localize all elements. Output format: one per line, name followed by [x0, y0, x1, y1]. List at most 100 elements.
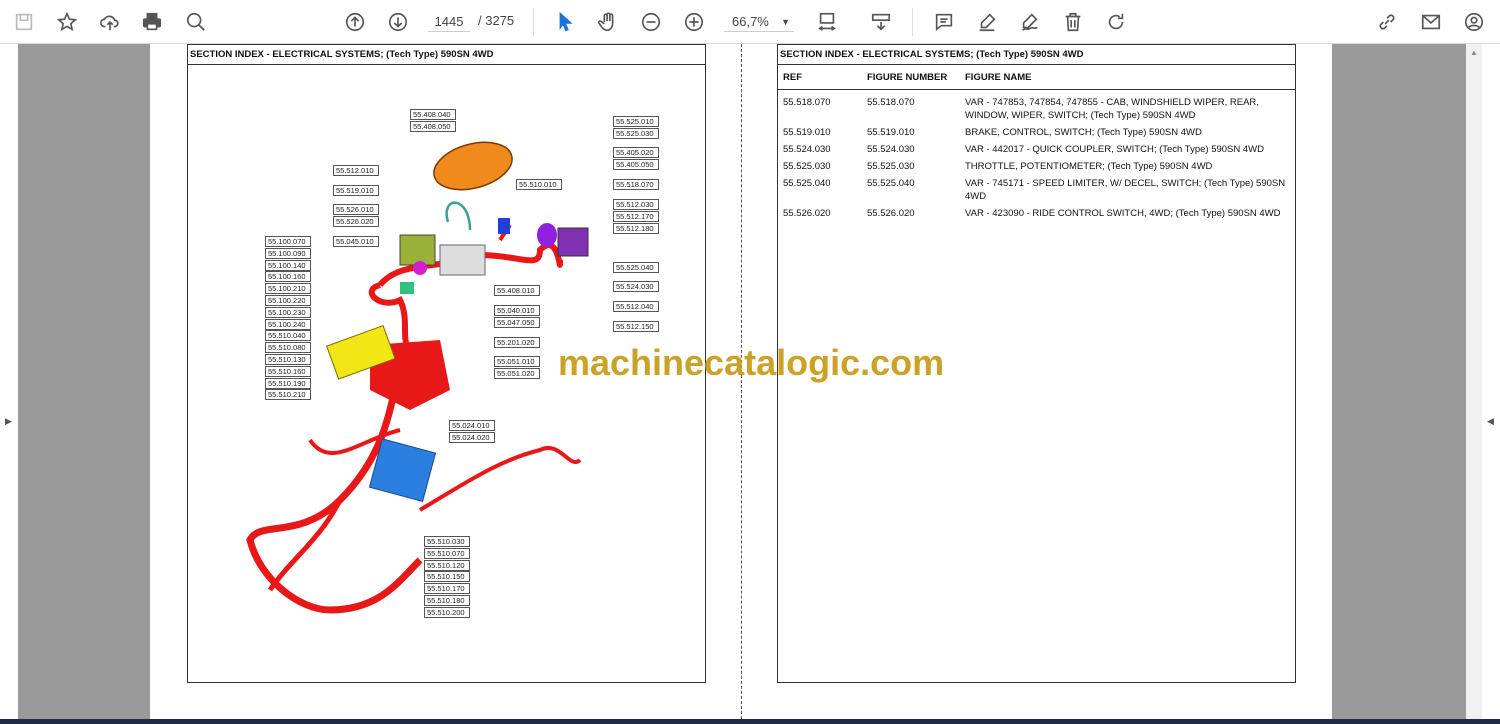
- callout-label: 55.510.080: [265, 342, 311, 354]
- callout-label: 55.510.210: [265, 389, 311, 401]
- callout-label: 55.512.010: [333, 165, 379, 176]
- callout-label: 55.510.030: [424, 536, 470, 547]
- table-row[interactable]: 55.526.020 55.526.020 VAR - 423090 - RIDE …: [777, 205, 1295, 222]
- table-row[interactable]: 55.525.040 55.525.040 VAR - 745171 - SPEED…: [777, 175, 1295, 205]
- ref-cell: 55.526.020: [783, 208, 831, 219]
- sign-icon[interactable]: [1016, 8, 1044, 36]
- fit-page-icon[interactable]: [813, 8, 841, 36]
- search-zoom-icon[interactable]: [182, 8, 210, 36]
- ref-cell: 55.518.070: [783, 97, 831, 108]
- page-total: / 3275: [478, 13, 515, 28]
- callout-label: 55.408.050: [410, 121, 456, 132]
- figure-number-cell: 55.524.030: [867, 144, 915, 155]
- callout-label: 55.518.070: [613, 179, 659, 190]
- callout-label: 55.408.010: [494, 285, 540, 296]
- bookmark-star-icon[interactable]: [53, 8, 81, 36]
- callout-label: 55.100.230: [265, 306, 311, 318]
- callout-label: 55.047.050: [494, 317, 540, 328]
- ref-cell: 55.525.040: [783, 178, 831, 189]
- figure-name-cell: VAR - 745171 - SPEED LIMITER, W/ DECEL, …: [965, 178, 1286, 202]
- hand-pan-icon[interactable]: [594, 8, 622, 36]
- highlight-icon[interactable]: [973, 8, 1001, 36]
- right-page-title: SECTION INDEX - ELECTRICAL SYSTEMS; (Tec…: [778, 45, 1295, 65]
- table-header: REF FIGURE NUMBER FIGURE NAME: [777, 66, 1295, 90]
- figure-name-cell: BRAKE, CONTROL, SWITCH; (Tech Type) 590S…: [965, 127, 1202, 138]
- figure-name-cell: VAR - 442017 - QUICK COUPLER, SWITCH; (T…: [965, 144, 1264, 155]
- callout-label: 55.100.070: [265, 236, 311, 247]
- ref-cell: 55.524.030: [783, 144, 831, 155]
- callout-label: 55.525.040: [613, 262, 659, 273]
- callout-label: 55.525.010: [613, 116, 659, 127]
- page-spread-divider: [741, 44, 742, 724]
- figure-name-cell: VAR - 423090 - RIDE CONTROL SWITCH, 4WD;…: [965, 208, 1281, 219]
- figure-number-cell: 55.526.020: [867, 208, 915, 219]
- scroll-mode-icon[interactable]: [867, 8, 895, 36]
- callout-label: 55.024.020: [449, 432, 495, 443]
- left-panel-toggle[interactable]: ▶: [0, 44, 18, 724]
- table-row[interactable]: 55.525.030 55.525.030 THROTTLE, POTENTIOME…: [777, 158, 1295, 175]
- callout-label: 55.510.170: [424, 583, 470, 595]
- zoom-level-select[interactable]: 66,7% ▼: [724, 12, 794, 32]
- callout-label: 55.519.010: [333, 185, 379, 196]
- right-panel-toggle[interactable]: ◀: [1482, 44, 1500, 724]
- zoom-in-icon[interactable]: [680, 8, 708, 36]
- callout-label: 55.524.030: [613, 281, 659, 292]
- callout-label: 55.512.180: [613, 223, 659, 234]
- page-up-icon[interactable]: [341, 8, 369, 36]
- account-icon[interactable]: [1460, 8, 1488, 36]
- mail-icon[interactable]: [1417, 8, 1445, 36]
- callout-label: 55.024.010: [449, 420, 495, 431]
- callout-label: 55.100.090: [265, 247, 311, 259]
- callout-label: 55.100.160: [265, 271, 311, 283]
- figure-name-cell: THROTTLE, POTENTIOMETER; (Tech Type) 590…: [965, 161, 1213, 172]
- callout-label: 55.100.220: [265, 295, 311, 306]
- callout-label: 55.510.070: [424, 547, 470, 559]
- figure-number-cell: 55.519.010: [867, 127, 915, 138]
- callout-label: 55.408.040: [410, 109, 456, 120]
- upload-cloud-icon[interactable]: [96, 8, 124, 36]
- figure-number-cell: 55.518.070: [867, 97, 915, 108]
- ref-cell: 55.525.030: [783, 161, 831, 172]
- callout-label: 55.510.200: [424, 606, 470, 618]
- callout-label: 55.510.010: [516, 179, 562, 190]
- callout-label: 55.510.130: [265, 354, 311, 365]
- toolbar: 1445 / 3275 66,7% ▼: [0, 0, 1500, 44]
- table-row[interactable]: 55.524.030 55.524.030 VAR - 442017 - QUICK…: [777, 141, 1295, 158]
- toolbar-divider: [533, 8, 534, 36]
- callout-label: 55.051.020: [494, 368, 540, 379]
- rotate-icon[interactable]: [1102, 8, 1130, 36]
- page-down-icon[interactable]: [384, 8, 412, 36]
- comment-icon[interactable]: [930, 8, 958, 36]
- delete-icon[interactable]: [1059, 8, 1087, 36]
- callout-label: 55.512.040: [613, 301, 659, 312]
- callout-label: 55.510.190: [265, 377, 311, 389]
- chevron-down-icon: ▼: [781, 17, 790, 27]
- callout-label: 55.525.030: [613, 128, 659, 139]
- callout-label: 55.051.010: [494, 356, 540, 367]
- table-row[interactable]: 55.519.010 55.519.010 BRAKE, CONTROL, SWIT…: [777, 124, 1295, 141]
- zoom-out-icon[interactable]: [637, 8, 665, 36]
- column-header-figure-name: FIGURE NAME: [965, 72, 1032, 83]
- chevron-left-icon: ◀: [1487, 416, 1494, 426]
- callout-label: 55.512.150: [613, 321, 659, 332]
- callout-label: 55.510.120: [424, 559, 470, 571]
- scroll-up-icon[interactable]: ▲: [1470, 48, 1478, 57]
- table-row[interactable]: 55.518.070 55.518.070 VAR - 747853, 747854…: [777, 94, 1295, 124]
- page-number-input[interactable]: 1445: [428, 12, 470, 32]
- callout-label: 55.510.040: [265, 330, 311, 342]
- taskbar-edge: [0, 719, 1500, 724]
- callout-label: 55.040.010: [494, 305, 540, 316]
- select-cursor-icon[interactable]: [551, 8, 579, 36]
- vertical-scrollbar[interactable]: ▲: [1466, 44, 1482, 724]
- save-icon[interactable]: [10, 8, 38, 36]
- figure-number-cell: 55.525.030: [867, 161, 915, 172]
- callout-label: 55.100.140: [265, 259, 311, 271]
- callout-label: 55.512.030: [613, 199, 659, 210]
- left-page-title: SECTION INDEX - ELECTRICAL SYSTEMS; (Tec…: [188, 45, 705, 65]
- callout-label: 55.510.150: [424, 571, 470, 583]
- share-link-icon[interactable]: [1373, 8, 1401, 36]
- watermark: machinecatalogic.com: [558, 342, 945, 383]
- print-icon[interactable]: [138, 8, 166, 36]
- zoom-level-value: 66,7%: [732, 14, 769, 29]
- callout-label: 55.405.050: [613, 159, 659, 170]
